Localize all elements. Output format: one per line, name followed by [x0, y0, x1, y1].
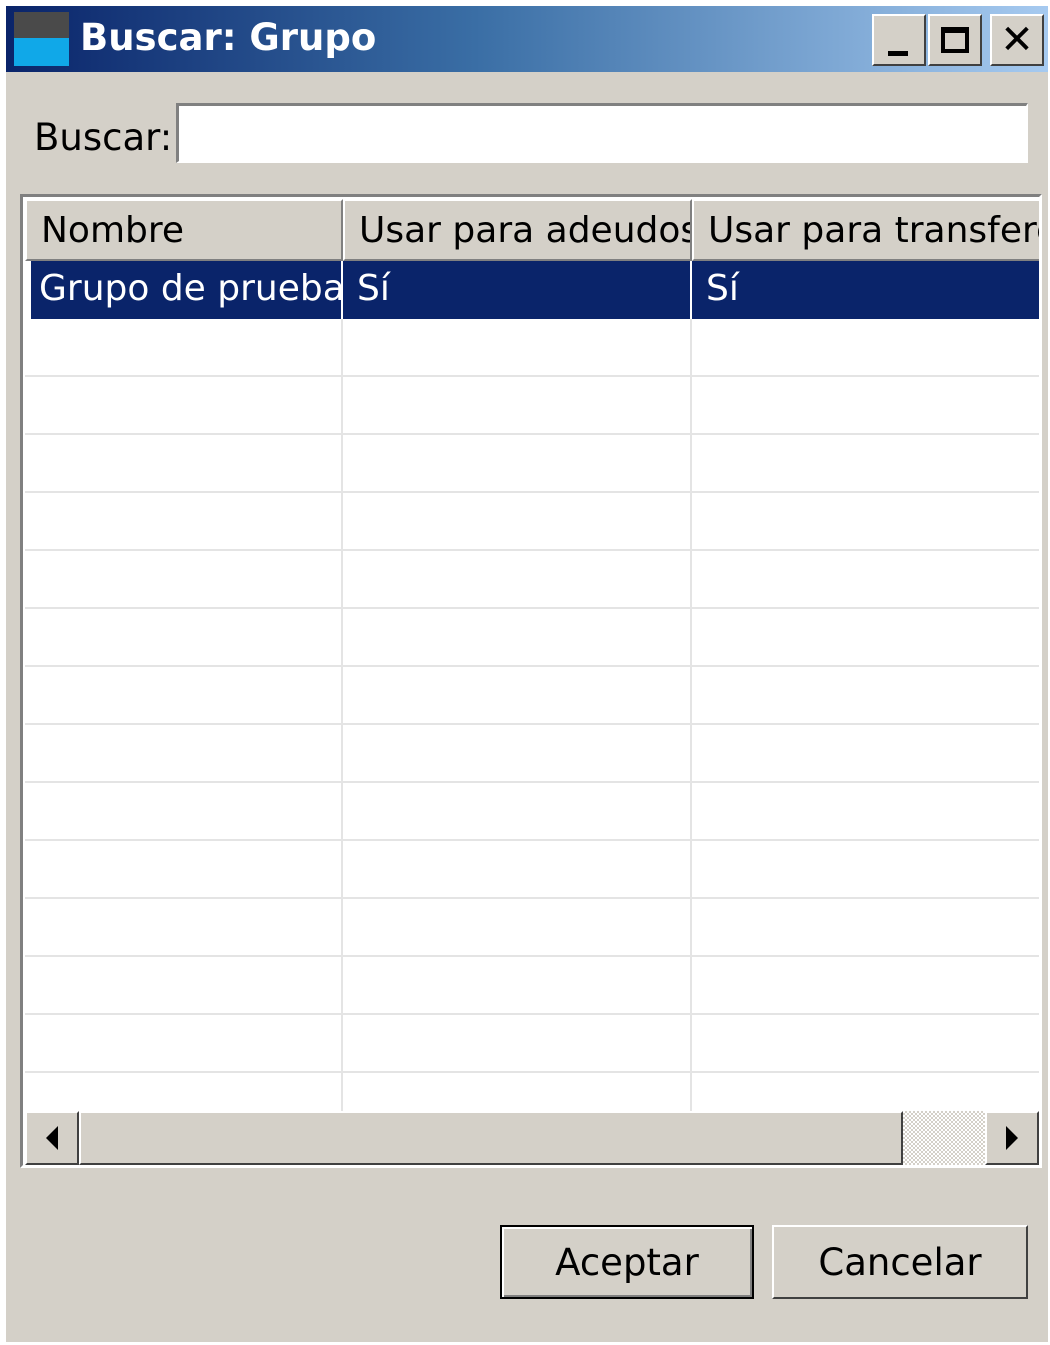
close-icon: ✕ [1000, 17, 1034, 63]
search-dialog: Buscar: Grupo ✕ Buscar: Nombre Usar para… [6, 6, 1048, 1342]
scrollbar-thumb[interactable] [79, 1111, 903, 1165]
empty-row [25, 725, 1039, 783]
minimize-icon [888, 51, 908, 56]
column-header-transferencias[interactable]: Usar para transferencias [692, 199, 1039, 261]
table-body: Grupo de prueba Sí Sí [25, 261, 1039, 1111]
maximize-button[interactable] [928, 14, 982, 66]
cell-transferencias: Sí [692, 261, 1039, 319]
empty-row [25, 783, 1039, 841]
empty-row [25, 899, 1039, 957]
table-viewport: Nombre Usar para adeudos Usar para trans… [25, 199, 1039, 1111]
column-header-adeudos[interactable]: Usar para adeudos [343, 199, 692, 261]
empty-row [25, 667, 1039, 725]
arrow-right-icon [1006, 1126, 1018, 1150]
empty-row [25, 493, 1039, 551]
window-title: Buscar: Grupo [80, 16, 377, 59]
scroll-left-button[interactable] [25, 1111, 79, 1165]
app-icon [14, 12, 69, 66]
maximize-icon [941, 27, 969, 53]
cell-nombre: Grupo de prueba [25, 261, 343, 319]
search-label: Buscar: [34, 116, 173, 159]
search-input[interactable] [176, 103, 1028, 163]
accept-button[interactable]: Aceptar [500, 1225, 754, 1299]
column-header-nombre[interactable]: Nombre [25, 199, 343, 261]
minimize-button[interactable] [872, 14, 926, 66]
close-button[interactable]: ✕ [990, 14, 1044, 66]
empty-row [25, 1015, 1039, 1073]
table-row[interactable]: Grupo de prueba Sí Sí [25, 261, 1039, 319]
table-header: Nombre Usar para adeudos Usar para trans… [25, 199, 1039, 261]
empty-row [25, 435, 1039, 493]
cell-adeudos: Sí [343, 261, 692, 319]
empty-row [25, 957, 1039, 1015]
empty-row [25, 377, 1039, 435]
arrow-left-icon [46, 1126, 58, 1150]
horizontal-scrollbar[interactable] [25, 1111, 1039, 1165]
scrollbar-track[interactable] [903, 1111, 985, 1165]
empty-row [25, 841, 1039, 899]
title-bar[interactable]: Buscar: Grupo ✕ [6, 6, 1048, 72]
scroll-right-button[interactable] [985, 1111, 1039, 1165]
empty-row [25, 609, 1039, 667]
empty-row [25, 551, 1039, 609]
results-table: Nombre Usar para adeudos Usar para trans… [20, 194, 1042, 1168]
empty-row [25, 1073, 1039, 1111]
cancel-button[interactable]: Cancelar [772, 1225, 1028, 1299]
empty-row [25, 319, 1039, 377]
